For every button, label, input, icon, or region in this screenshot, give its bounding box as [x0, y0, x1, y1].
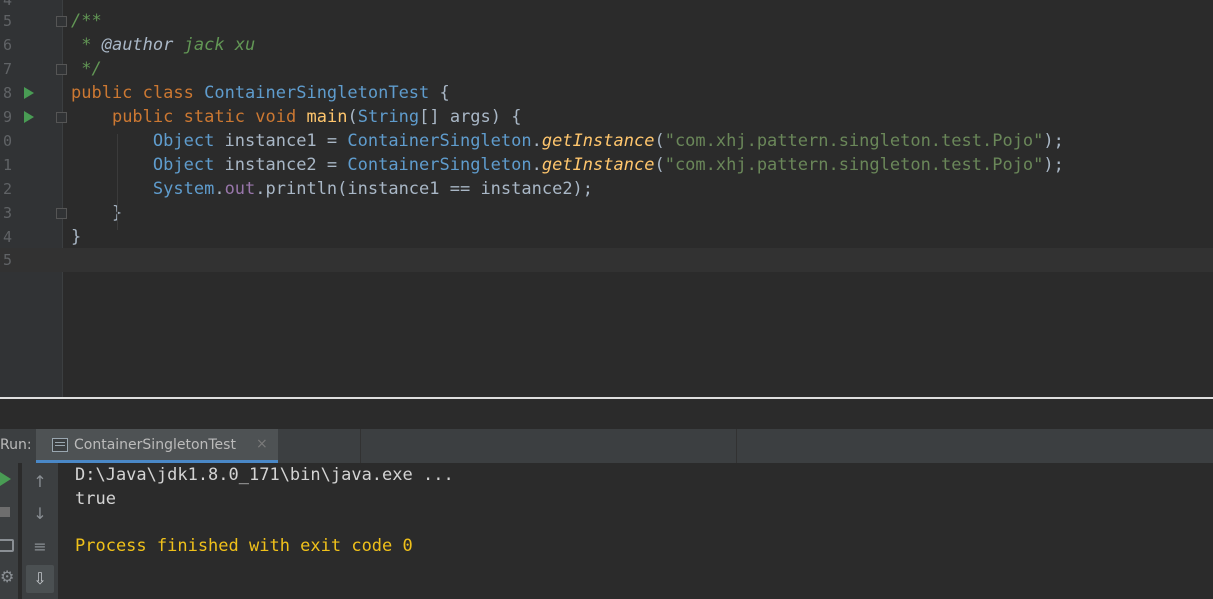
- fold-marker-icon[interactable]: [56, 16, 67, 27]
- variable: instance2 =: [214, 155, 348, 175]
- method-name: main: [306, 107, 348, 127]
- code-line: 0 Object instance1 = ContainerSingleton.…: [0, 129, 1213, 153]
- type-name: Object: [152, 155, 215, 175]
- soft-wrap-icon[interactable]: ≡: [26, 533, 54, 561]
- line-number: 3: [2, 204, 12, 222]
- run-tool-window-header: Run: ContainerSingletonTest ×: [0, 429, 1213, 464]
- code-line: 3 }: [0, 201, 1213, 225]
- line-number: 0: [2, 132, 12, 150]
- variable: instance1 =: [214, 131, 348, 151]
- paren: (: [654, 131, 665, 151]
- scroll-to-end-icon[interactable]: ⇩: [26, 565, 54, 593]
- doc-author: jack xu: [173, 35, 256, 55]
- keyword: public: [111, 107, 174, 127]
- console-toolbar: ↑ ↓ ≡ ⇩: [22, 463, 58, 599]
- fold-marker-icon[interactable]: [56, 64, 67, 75]
- dot: .: [214, 179, 225, 199]
- code-editor[interactable]: 4 5 /** 6 * @author jack xu 7 */ 8 publi…: [0, 0, 1213, 397]
- string-literal: "com.xhj.pattern.singleton.test.Pojo": [664, 155, 1044, 175]
- brace: {: [429, 83, 450, 103]
- params: [] args) {: [419, 107, 522, 127]
- paren: (: [347, 107, 358, 127]
- run-toolbar: ⚙: [0, 463, 18, 599]
- stop-icon[interactable]: [0, 507, 10, 517]
- console-output-line: D:\Java\jdk1.8.0_171\bin\java.exe ...: [75, 465, 454, 485]
- line-number: 1: [2, 156, 12, 174]
- current-line[interactable]: 5: [0, 248, 1213, 272]
- panel-gap: [0, 399, 1213, 429]
- code-line: 4 }: [0, 225, 1213, 249]
- code-line: 5 /**: [0, 9, 1213, 33]
- string-literal: "com.xhj.pattern.singleton.test.Pojo": [664, 131, 1044, 151]
- line-number: 2: [2, 180, 12, 198]
- class-name: System: [152, 179, 215, 199]
- brace: }: [71, 227, 82, 247]
- dot: .: [531, 131, 542, 151]
- console-icon: [52, 438, 68, 452]
- tab-separator: [360, 429, 361, 463]
- down-arrow-icon[interactable]: ↓: [26, 500, 54, 528]
- type-name: Object: [152, 131, 215, 151]
- rerun-icon[interactable]: [0, 472, 11, 486]
- run-class-icon[interactable]: [24, 87, 34, 99]
- doc-tag: @author: [101, 35, 174, 55]
- line-number: 5: [2, 12, 12, 30]
- run-tab-title[interactable]: ContainerSingletonTest: [74, 437, 236, 453]
- paren: );: [1043, 131, 1064, 151]
- code-line: 8 public class ContainerSingletonTest {: [0, 81, 1213, 105]
- exit-message: Process finished with exit code 0: [75, 536, 413, 556]
- keyword: void: [255, 107, 297, 127]
- line-number: 7: [2, 60, 12, 78]
- code-line: 7 */: [0, 57, 1213, 81]
- keyword: class: [142, 83, 194, 103]
- tab-separator: [736, 429, 737, 463]
- method-call: getInstance: [541, 131, 655, 151]
- run-label: Run:: [0, 437, 32, 453]
- run-method-icon[interactable]: [24, 111, 34, 123]
- field-name: out: [224, 179, 256, 199]
- indent-guide: [117, 134, 118, 230]
- line-number: 8: [2, 84, 12, 102]
- close-icon[interactable]: ×: [256, 436, 268, 452]
- doc-comment: /**: [71, 11, 102, 31]
- code-line: 2 System.out.println(instance1 == instan…: [0, 177, 1213, 201]
- code-line: 6 * @author jack xu: [0, 33, 1213, 57]
- keyword: public: [71, 83, 133, 103]
- fold-marker-icon[interactable]: [56, 112, 67, 123]
- brace: }: [71, 203, 123, 223]
- method-call-rest: .println(instance1 == instance2);: [255, 179, 594, 199]
- class-name: ContainerSingleton: [347, 155, 532, 175]
- paren: );: [1043, 155, 1064, 175]
- method-call: getInstance: [541, 155, 655, 175]
- console-output-line: true: [75, 489, 116, 509]
- dot: .: [531, 155, 542, 175]
- code-line: 1 Object instance2 = ContainerSingleton.…: [0, 153, 1213, 177]
- camera-icon[interactable]: [0, 539, 14, 552]
- fold-marker-icon[interactable]: [56, 208, 67, 219]
- type-name: String: [357, 107, 420, 127]
- paren: (: [654, 155, 665, 175]
- doc-comment: */: [71, 59, 102, 79]
- class-name: ContainerSingletonTest: [204, 83, 430, 103]
- line-number: 5: [2, 251, 12, 269]
- class-name: ContainerSingleton: [347, 131, 532, 151]
- line-number: 6: [2, 36, 12, 54]
- run-console[interactable]: ⚙ ↑ ↓ ≡ ⇩ D:\Java\jdk1.8.0_171\bin\java.…: [0, 463, 1213, 599]
- up-arrow-icon[interactable]: ↑: [26, 468, 54, 496]
- settings-icon[interactable]: ⚙: [0, 567, 14, 586]
- line-number: 4: [2, 228, 12, 246]
- line-number: 9: [2, 108, 12, 126]
- doc-comment: *: [71, 35, 102, 55]
- code-line: 9 public static void main(String[] args)…: [0, 105, 1213, 129]
- keyword: static: [183, 107, 246, 127]
